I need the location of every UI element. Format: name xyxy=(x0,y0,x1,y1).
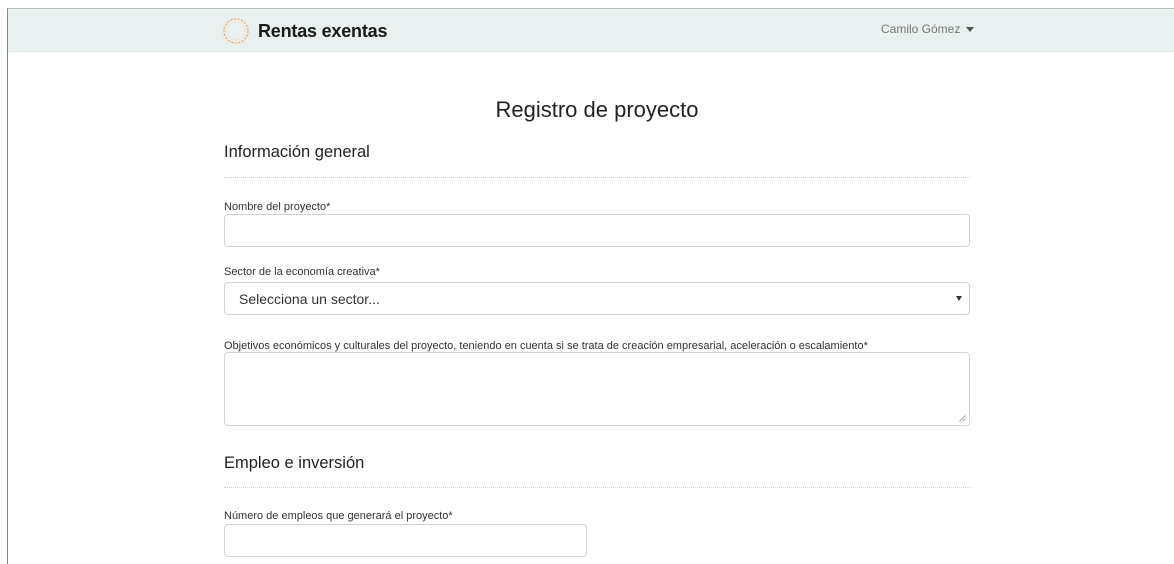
user-menu[interactable]: Camilo Gómez xyxy=(881,22,975,36)
browser-viewport: Rentas exentas Camilo Gómez Registro de … xyxy=(7,8,1174,564)
project-name-label: Nombre del proyecto* xyxy=(224,201,331,213)
sector-select-value: Selecciona un sector... xyxy=(239,290,380,307)
objectives-label: Objetivos económicos y culturales del pr… xyxy=(224,340,868,352)
page-title: Registro de proyecto xyxy=(495,97,699,122)
caret-down-icon xyxy=(966,26,975,32)
objectives-textarea[interactable] xyxy=(224,352,970,426)
section-title-general: Información general xyxy=(224,143,370,161)
chevron-down-icon xyxy=(956,296,962,301)
section-title-employment: Empleo e inversión xyxy=(224,454,365,472)
user-name: Camilo Gómez xyxy=(881,22,961,36)
sector-select[interactable]: Selecciona un sector... xyxy=(224,282,970,315)
brand-name: Rentas exentas xyxy=(258,20,388,41)
sector-label: Sector de la economía creativa* xyxy=(224,266,380,278)
section-divider xyxy=(224,177,970,178)
section-divider xyxy=(224,487,970,488)
brand[interactable]: Rentas exentas xyxy=(222,17,387,45)
brand-logo-icon xyxy=(223,18,249,44)
navbar: Rentas exentas Camilo Gómez xyxy=(8,9,1174,52)
project-name-input[interactable] xyxy=(224,214,970,247)
employees-input[interactable] xyxy=(224,524,587,557)
employees-label: Número de empleos que generará el proyec… xyxy=(224,510,453,522)
resize-handle-icon[interactable] xyxy=(959,415,966,422)
